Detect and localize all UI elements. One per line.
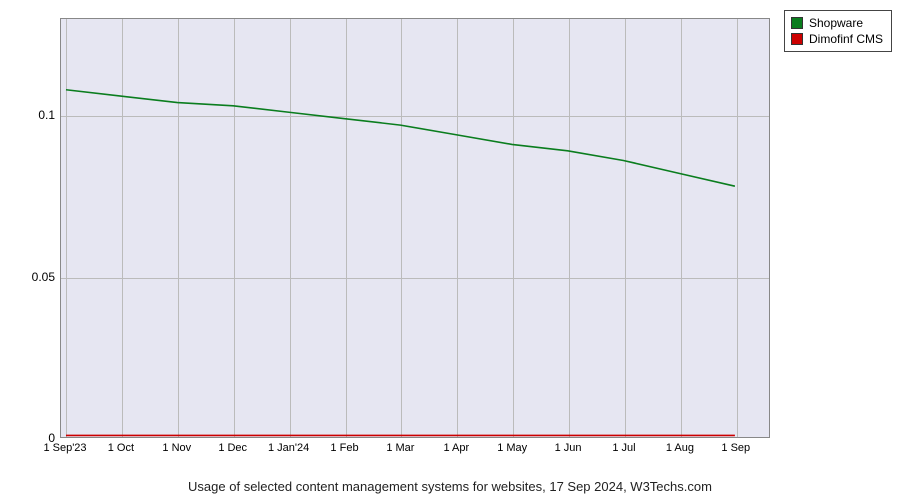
x-tick-label: 1 May [497,442,527,454]
legend: Shopware Dimofinf CMS [784,10,892,52]
y-tick-label: 0.05 [15,270,55,284]
legend-item: Dimofinf CMS [791,31,883,47]
legend-label: Dimofinf CMS [809,31,883,47]
x-tick-label: 1 Jul [612,442,635,454]
x-tick-label: 1 Oct [108,442,134,454]
legend-item: Shopware [791,15,883,31]
chart-lines [61,19,769,437]
x-tick-label: 1 Jan'24 [268,442,309,454]
x-tick-label: 1 Apr [443,442,469,454]
plot-area [60,18,770,438]
y-tick-label: 0.1 [15,108,55,122]
legend-swatch-shopware [791,17,803,29]
chart-caption: Usage of selected content management sys… [0,479,900,494]
series-line-shopware [66,90,735,186]
x-tick-label: 1 Mar [386,442,414,454]
x-tick-label: 1 Aug [666,442,694,454]
x-tick-label: 1 Sep'23 [43,442,86,454]
x-tick-label: 1 Dec [218,442,247,454]
x-tick-label: 1 Sep [721,442,750,454]
x-tick-label: 1 Jun [555,442,582,454]
legend-swatch-dimofinf [791,33,803,45]
x-tick-label: 1 Feb [330,442,358,454]
chart-container: 0 0.05 0.1 1 Sep'23 1 Oct 1 Nov 1 Dec 1 … [10,10,780,470]
legend-label: Shopware [809,15,863,31]
x-tick-label: 1 Nov [162,442,191,454]
